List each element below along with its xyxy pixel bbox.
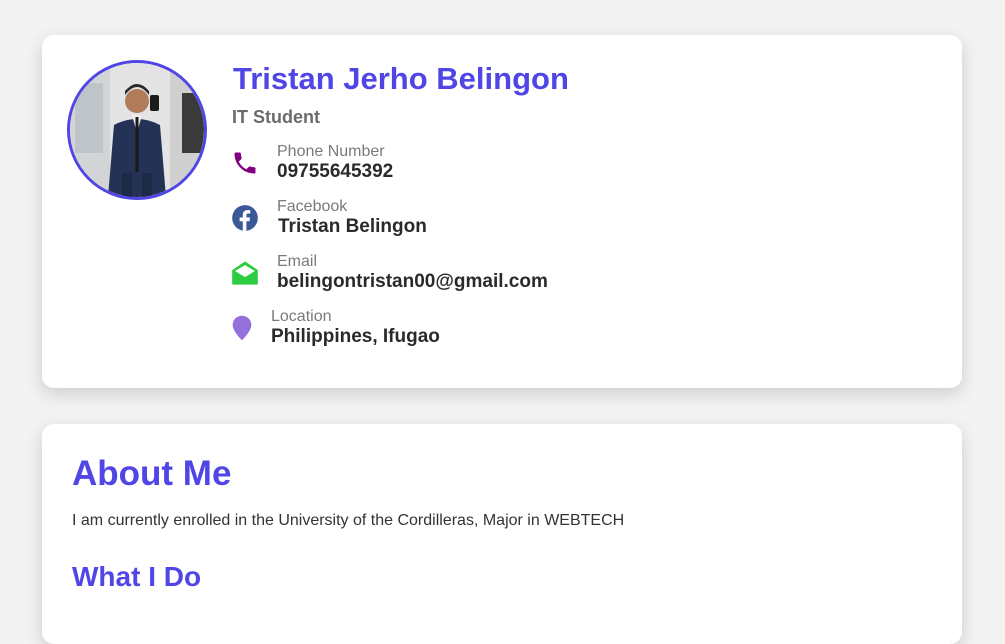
profile-card: Tristan Jerho Belingon IT Student Phone … [42,35,962,388]
contact-location-value: Philippines, Ifugao [271,326,440,347]
contact-location: Location Philippines, Ifugao [230,308,530,354]
profile-role: IT Student [232,107,320,127]
contact-email-value[interactable]: belingontristan00@gmail.com [277,271,548,293]
what-i-do-title: What I Do [72,561,202,592]
envelope-icon [232,261,258,285]
contact-facebook: Facebook Tristan Belingon [230,198,530,244]
avatar [67,60,207,200]
contact-location-label: Location [271,308,332,325]
phone-icon [234,152,256,174]
location-pin-icon [232,315,252,341]
contact-email-label: Email [277,253,318,270]
facebook-icon [232,205,258,231]
contact-phone-label: Phone Number [277,143,385,160]
about-text: I am currently enrolled in the Universit… [72,512,625,529]
contact-facebook-label: Facebook [277,198,348,215]
contact-phone: Phone Number 09755645392 [230,143,530,189]
contact-email: Email belingontristan00@gmail.com [230,253,590,299]
about-card: About Me I am currently enrolled in the … [42,424,962,644]
profile-name: Tristan Jerho Belingon [233,61,569,96]
contact-facebook-value[interactable]: Tristan Belingon [278,216,427,238]
about-title: About Me [72,454,232,493]
contact-phone-value[interactable]: 09755645392 [277,161,393,183]
